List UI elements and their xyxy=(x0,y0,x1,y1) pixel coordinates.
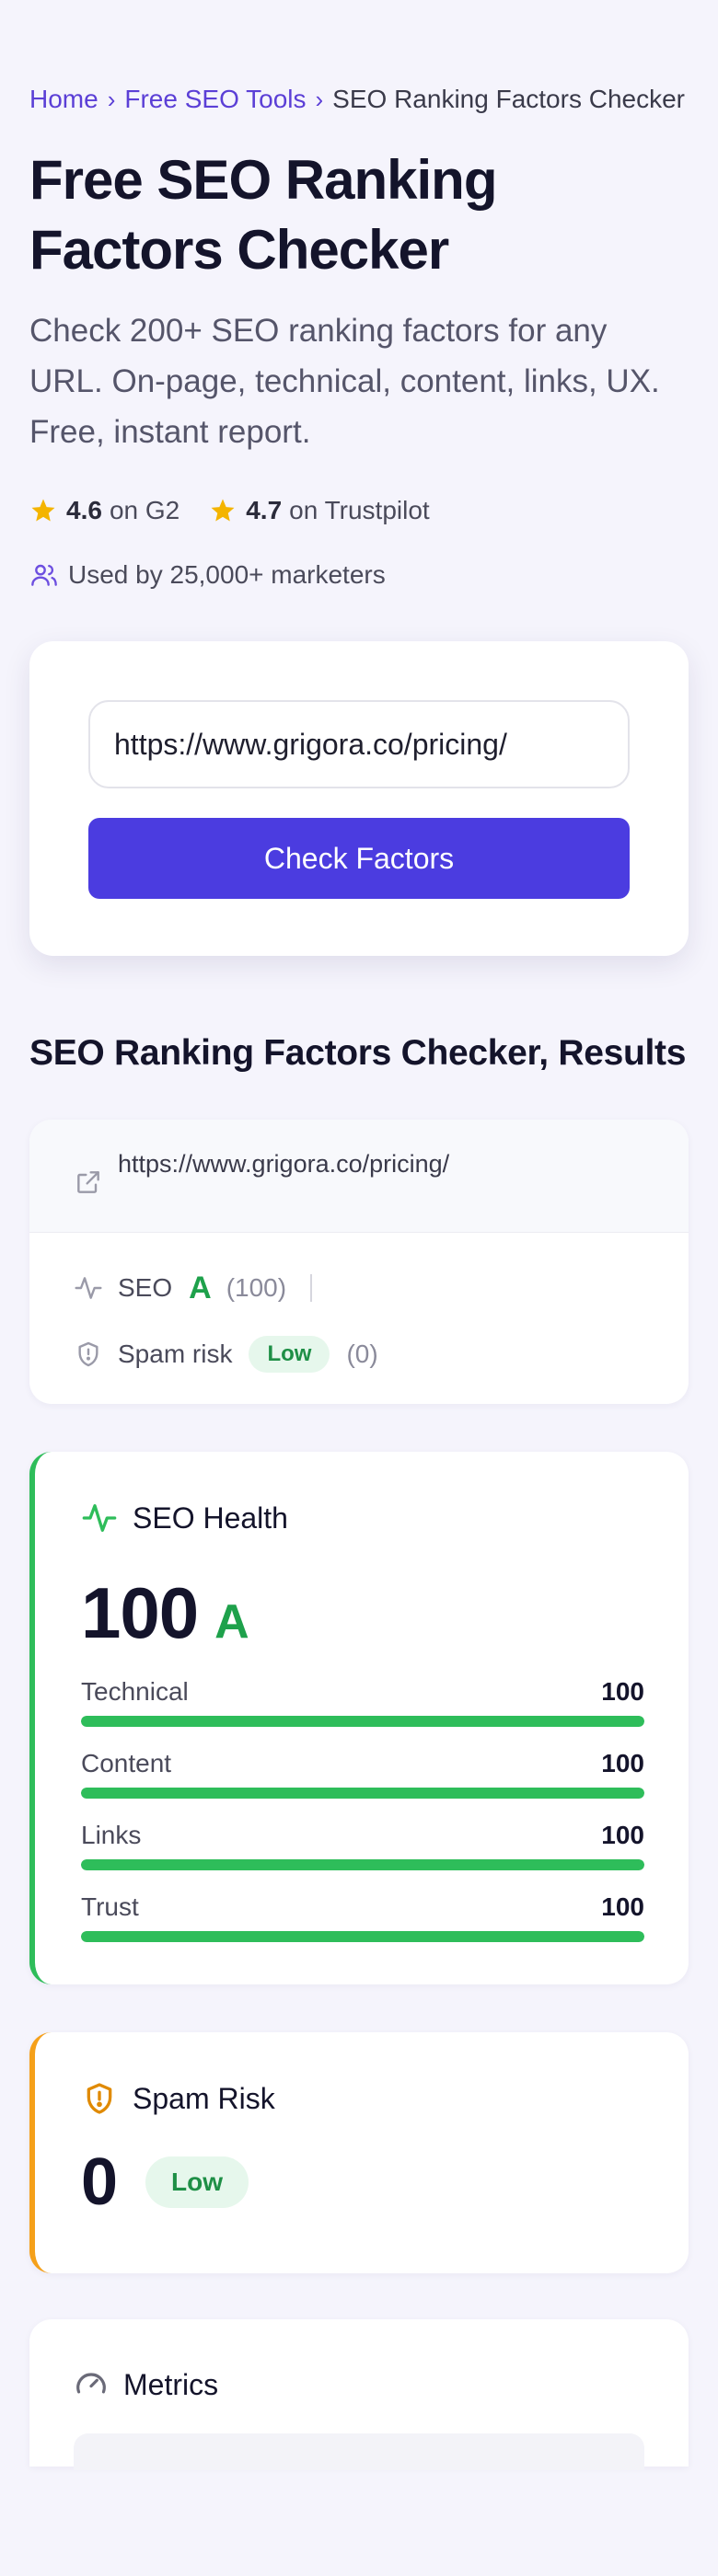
users-icon xyxy=(31,564,57,586)
spam-level-badge: Low xyxy=(249,1336,330,1373)
progress-fill xyxy=(81,1716,644,1727)
metric-label: Technical xyxy=(81,1677,189,1706)
spam-risk-card: Spam Risk 0 Low xyxy=(29,2032,689,2273)
metric-value: 100 xyxy=(601,1892,644,1921)
rating-score: 4.6 xyxy=(66,496,102,524)
metric-label: Content xyxy=(81,1749,172,1777)
spam-risk-score: 0 xyxy=(81,2145,119,2219)
seo-health-header: SEO Health xyxy=(81,1500,644,1536)
progress-fill xyxy=(81,1859,644,1870)
rating-trustpilot: 4.7 on Trustpilot xyxy=(209,496,430,525)
metrics-header: Metrics xyxy=(74,2367,644,2402)
spam-score-line: 0 Low xyxy=(81,2145,644,2220)
metrics-panel xyxy=(74,2433,644,2470)
progress-track xyxy=(81,1716,644,1727)
summary-url: https://www.grigora.co/pricing/ xyxy=(118,1150,450,1178)
seo-health-title: SEO Health xyxy=(133,1501,288,1535)
progress-track xyxy=(81,1931,644,1942)
seo-label: SEO xyxy=(118,1273,173,1302)
users-text: Used by 25,000+ marketers xyxy=(68,560,386,589)
rating-source: on Trustpilot xyxy=(289,496,430,524)
progress-track xyxy=(81,1859,644,1870)
spam-score: (0) xyxy=(346,1340,378,1368)
breadcrumb-separator: › xyxy=(107,85,116,113)
progress-fill xyxy=(81,1931,644,1942)
activity-icon xyxy=(75,1277,102,1299)
seo-health-score: 100 xyxy=(81,1572,199,1653)
metric-links: Links 100 xyxy=(81,1821,644,1870)
breadcrumb: Home › Free SEO Tools › SEO Ranking Fact… xyxy=(29,0,689,114)
star-icon xyxy=(31,499,55,522)
summary-spam-row: Spam risk Low (0) xyxy=(74,1336,644,1373)
breadcrumb-home-link[interactable]: Home xyxy=(29,85,98,114)
metric-value: 100 xyxy=(601,1749,644,1777)
seo-health-grade: A xyxy=(214,1595,249,1649)
url-check-card: Check Factors xyxy=(29,641,689,956)
metric-value: 100 xyxy=(601,1821,644,1849)
users-count: Used by 25,000+ marketers xyxy=(29,560,689,590)
divider xyxy=(310,1274,313,1302)
check-factors-button[interactable]: Check Factors xyxy=(88,818,630,899)
breadcrumb-current: SEO Ranking Factors Checker xyxy=(332,85,685,113)
metric-trust: Trust 100 xyxy=(81,1892,644,1942)
metric-value: 100 xyxy=(601,1677,644,1706)
breadcrumb-tools-link[interactable]: Free SEO Tools xyxy=(124,85,306,114)
seo-score: (100) xyxy=(226,1273,287,1302)
metric-technical: Technical 100 xyxy=(81,1677,644,1727)
summary-body: SEO A (100) Spam risk Low (0) xyxy=(29,1233,689,1404)
summary-seo-row: SEO A (100) xyxy=(74,1270,644,1306)
spam-risk-header: Spam Risk xyxy=(81,2080,644,2117)
rating-g2: 4.6 on G2 xyxy=(29,496,180,525)
metrics-card: Metrics xyxy=(29,2319,689,2470)
rating-score: 4.7 xyxy=(246,496,283,524)
rating-source: on G2 xyxy=(109,496,180,524)
metrics-title: Metrics xyxy=(123,2367,219,2401)
ratings-row: 4.6 on G2 4.7 on Trustpilot xyxy=(29,496,689,525)
page-subtitle: Check 200+ SEO ranking factors for any U… xyxy=(29,313,660,450)
activity-icon xyxy=(82,1504,117,1532)
results-heading: SEO Ranking Factors Checker, Results xyxy=(29,1033,687,1073)
spam-risk-badge: Low xyxy=(145,2156,249,2208)
spam-risk-title: Spam Risk xyxy=(133,2081,275,2115)
seo-grade: A xyxy=(189,1270,212,1305)
metric-label: Links xyxy=(81,1821,142,1849)
external-link-icon[interactable] xyxy=(74,1167,103,1197)
star-icon xyxy=(211,499,235,522)
gauge-icon xyxy=(76,2373,106,2394)
breadcrumb-separator: › xyxy=(315,85,324,113)
shield-alert-icon xyxy=(87,2083,112,2114)
progress-fill xyxy=(81,1788,644,1799)
page-title: Free SEO Ranking Factors Checker xyxy=(29,149,497,281)
seo-health-score-line: 100 A xyxy=(81,1571,644,1655)
progress-track xyxy=(81,1788,644,1799)
page: Home › Free SEO Tools › SEO Ranking Fact… xyxy=(0,0,718,2470)
shield-icon xyxy=(78,1341,98,1367)
url-input[interactable] xyxy=(88,700,630,788)
metric-content: Content 100 xyxy=(81,1749,644,1799)
results-summary-card: https://www.grigora.co/pricing/ SEO A (1… xyxy=(29,1120,689,1404)
seo-health-card: SEO Health 100 A Technical 100 Content 100… xyxy=(29,1452,689,1984)
spam-label: Spam risk xyxy=(118,1340,233,1368)
metric-label: Trust xyxy=(81,1892,139,1921)
summary-url-row: https://www.grigora.co/pricing/ xyxy=(29,1120,689,1233)
